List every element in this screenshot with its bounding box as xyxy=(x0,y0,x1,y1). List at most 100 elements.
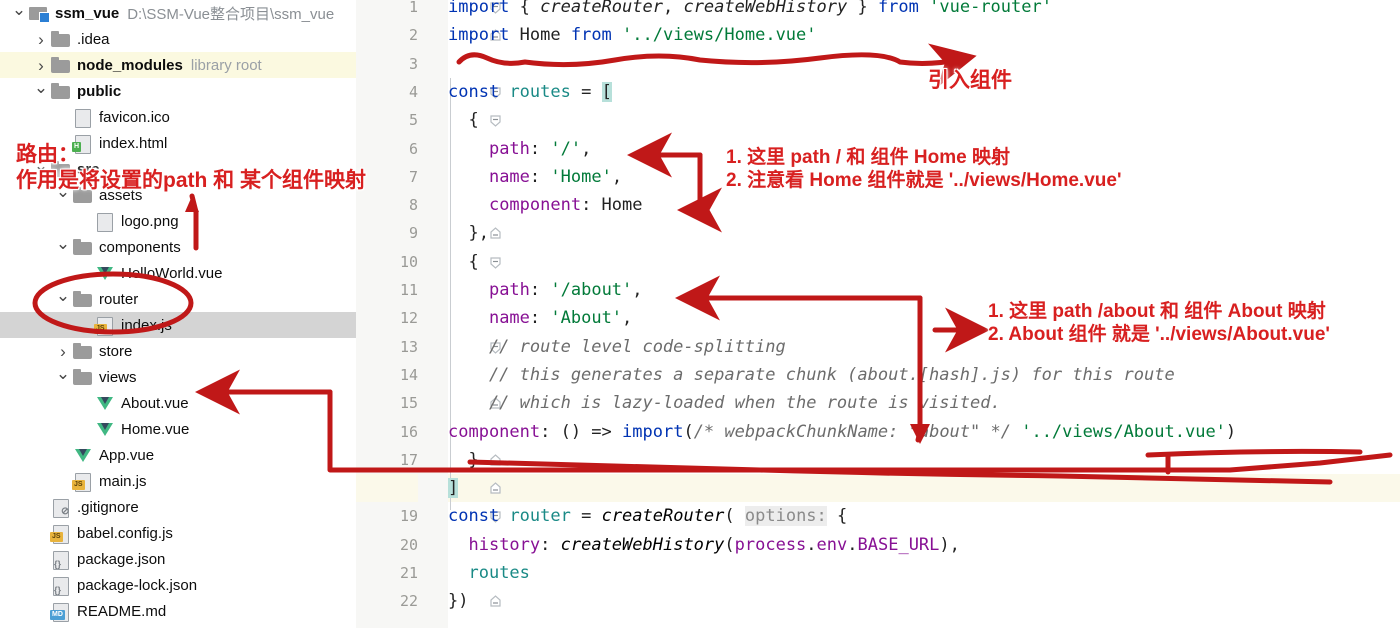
chevron-down-icon[interactable] xyxy=(54,239,72,256)
chevron-down-icon[interactable] xyxy=(54,369,72,386)
fold-toggle-icon[interactable] xyxy=(488,255,503,270)
tree-item-views[interactable]: views xyxy=(0,364,356,390)
folder-icon xyxy=(72,290,94,308)
line-number: 9 xyxy=(408,224,418,243)
tree-item-node-modules[interactable]: node_modules library root xyxy=(0,52,356,78)
fold-toggle-icon[interactable] xyxy=(488,113,503,128)
code-line[interactable]: { xyxy=(448,248,478,276)
code-line[interactable]: history: createWebHistory(process.env.BA… xyxy=(448,531,959,559)
code-line[interactable]: const router = createRouter( options: { xyxy=(448,502,847,530)
tree-item-favicon-ico[interactable]: favicon.ico xyxy=(0,104,356,130)
tree-item-public[interactable]: public xyxy=(0,78,356,104)
tree-item-store[interactable]: store xyxy=(0,338,356,364)
tree-item-label: node_modules xyxy=(77,56,183,74)
fold-toggle-icon[interactable] xyxy=(488,453,503,468)
chevron-right-icon[interactable] xyxy=(32,31,50,48)
code-line[interactable]: const routes = [ xyxy=(448,78,612,106)
tree-item-about-vue[interactable]: About.vue xyxy=(0,390,356,416)
code-line[interactable]: import Home from '../views/Home.vue' xyxy=(448,21,817,49)
file-js-icon: JS xyxy=(72,472,94,492)
line-number: 12 xyxy=(399,309,418,328)
line-number: 21 xyxy=(399,564,418,582)
code-line[interactable]: path: '/about', xyxy=(448,276,643,304)
project-path: D:\SSM-Vue整合项目\ssm_vue xyxy=(127,5,335,23)
tree-item-helloworld-vue[interactable]: HelloWorld.vue xyxy=(0,260,356,286)
tree-item-label: components xyxy=(99,238,181,256)
fold-toggle-icon[interactable] xyxy=(488,594,503,609)
tree-item-readme-md[interactable]: MD README.md xyxy=(0,598,356,624)
code-line[interactable]: } xyxy=(448,446,478,474)
tree-item-external-libraries[interactable]: External Libraries xyxy=(0,624,356,628)
line-number: 11 xyxy=(399,281,418,299)
tree-item-label: logo.png xyxy=(121,212,179,230)
annotation-line: 引入组件 xyxy=(928,69,1012,92)
code-line[interactable]: ] xyxy=(448,474,459,502)
code-line[interactable]: name: 'Home', xyxy=(448,163,622,191)
code-line[interactable]: // route level code-splitting xyxy=(448,333,786,361)
chevron-right-icon[interactable] xyxy=(54,343,72,360)
tree-item-app-vue[interactable]: App.vue xyxy=(0,442,356,468)
tree-item-label: README.md xyxy=(77,602,167,620)
chevron-down-icon[interactable] xyxy=(54,291,72,308)
project-tree-panel[interactable]: ssm_vue D:\SSM-Vue整合项目\ssm_vue .idea node_m… xyxy=(0,0,356,628)
tree-item-ssm-vue[interactable]: ssm_vue D:\SSM-Vue整合项目\ssm_vue xyxy=(0,0,356,26)
tree-item-label: public xyxy=(77,82,122,100)
vue-icon xyxy=(94,420,116,438)
code-line[interactable]: routes xyxy=(448,559,529,587)
code-line[interactable]: // which is lazy-loaded when the route i… xyxy=(448,389,1001,417)
tree-item-package-json[interactable]: {} package.json xyxy=(0,546,356,572)
tree-item-home-vue[interactable]: Home.vue xyxy=(0,416,356,442)
line-number: 19 xyxy=(399,507,418,526)
tree-item-logo-png[interactable]: logo.png xyxy=(0,208,356,234)
file-type-badge: {} xyxy=(54,585,62,595)
code-line[interactable]: component: Home xyxy=(448,191,643,219)
code-line[interactable]: { xyxy=(448,106,478,134)
tree-item-main-js[interactable]: JS main.js xyxy=(0,468,356,494)
tree-item-components[interactable]: components xyxy=(0,234,356,260)
tree-item-label: index.js xyxy=(121,316,172,334)
tree-item-label: package-lock.json xyxy=(77,576,198,594)
code-line[interactable]: }) xyxy=(448,587,468,615)
tree-item-label: favicon.ico xyxy=(99,108,170,126)
line-number: 4 xyxy=(408,82,418,101)
line-number: 8 xyxy=(408,196,418,215)
code-line[interactable]: // this generates a separate chunk (abou… xyxy=(448,361,1175,389)
tree-item-index-js[interactable]: JS index.js xyxy=(0,312,356,338)
folder-icon xyxy=(72,342,94,360)
tree-item--idea[interactable]: .idea xyxy=(0,26,356,52)
code-line[interactable]: component: () => import(/* webpackChunkN… xyxy=(448,418,1236,446)
line-number: 16 xyxy=(399,422,418,441)
code-line[interactable]: name: 'About', xyxy=(448,304,632,332)
file-img-icon xyxy=(94,212,116,232)
folder-icon xyxy=(72,238,94,256)
code-line[interactable]: }, xyxy=(448,219,488,247)
code-folding-strip[interactable] xyxy=(418,0,501,628)
tree-item-router[interactable]: router xyxy=(0,286,356,312)
code-line[interactable]: path: '/', xyxy=(448,135,591,163)
file-md-icon: MD xyxy=(50,602,72,622)
file-js-icon: JS xyxy=(50,524,72,544)
line-number: 2 xyxy=(408,26,418,45)
file-json-icon: {} xyxy=(50,550,72,570)
fold-toggle-icon[interactable] xyxy=(488,481,503,496)
tree-item-package-lock-json[interactable]: {} package-lock.json xyxy=(0,572,356,598)
folder-icon xyxy=(72,368,94,386)
annotation-about-mapping: 1. 这里 path /about 和 组件 About 映射 2. About… xyxy=(988,300,1330,346)
file-git-icon: ⊘ xyxy=(50,498,72,518)
file-type-badge: ⊘ xyxy=(61,506,70,517)
tree-item-babel-config-js[interactable]: JS babel.config.js xyxy=(0,520,356,546)
code-line[interactable]: import { createRouter, createWebHistory … xyxy=(448,0,1052,21)
fold-toggle-icon[interactable] xyxy=(488,226,503,241)
line-number: 7 xyxy=(408,167,418,186)
file-type-badge: JS xyxy=(72,480,85,490)
tree-item-label: router xyxy=(99,290,139,308)
chevron-down-icon[interactable] xyxy=(32,83,50,100)
tree-item-label: ssm_vue xyxy=(55,4,120,22)
chevron-right-icon[interactable] xyxy=(32,57,50,74)
vue-icon xyxy=(72,446,94,464)
annotation-line: 2. 注意看 Home 组件就是 '../views/Home.vue' xyxy=(726,170,1122,192)
vue-icon xyxy=(94,394,116,412)
annotation-line: 1. 这里 path /about 和 组件 About 映射 xyxy=(988,301,1326,322)
tree-item--gitignore[interactable]: ⊘ .gitignore xyxy=(0,494,356,520)
chevron-down-icon[interactable] xyxy=(10,5,28,22)
